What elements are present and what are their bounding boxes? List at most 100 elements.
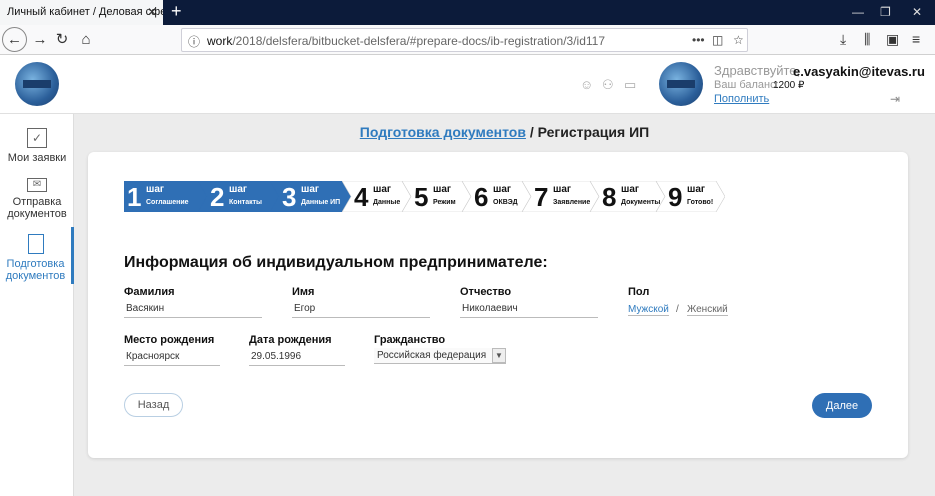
citizenship-select[interactable]: Российская федерация ▼ [374,348,506,364]
new-tab-icon[interactable]: + [171,1,182,22]
step-word: шаг [373,184,392,195]
window-close-icon[interactable]: ✕ [912,5,922,19]
checkbox-icon: ✓ [27,128,47,148]
sidebar: ✓ Мои заявки ✉ Отправка документов Подго… [0,114,74,496]
minimize-icon[interactable]: — [852,5,864,19]
sidebar-item-my-requests[interactable]: ✓ Мои заявки [0,128,74,164]
step-8: 8 шаг Документы [590,181,665,212]
library-icon[interactable]: ⫼ [864,31,870,48]
url-host: work [207,34,233,48]
step-name: Режим [433,199,456,206]
step-word: шаг [301,184,320,195]
sidebar-item-label: Мои заявки [7,152,67,164]
breadcrumb-separator: / [529,124,534,140]
birthdate-input[interactable] [249,348,345,366]
step-number: 2 [210,182,225,212]
surname-input[interactable] [124,300,262,318]
step-word: шаг [146,184,165,195]
menu-icon[interactable]: ≡ [912,31,920,47]
bookmark-star-icon[interactable]: ☆ [733,33,744,47]
gender-female-option[interactable]: Женский [687,304,728,316]
step-name: ОКВЭД [493,199,518,206]
step-number: 1 [127,182,142,212]
citizenship-value: Российская федерация [377,350,487,361]
step-name: Документы [621,199,661,206]
step-number: 7 [534,182,549,212]
user-avatar[interactable] [659,62,703,106]
step-name: Заявление [553,199,591,206]
patronymic-input[interactable] [460,300,598,318]
step-4: 4 шаг Данные [342,181,411,212]
step-word: шаг [687,184,706,195]
birthdate-label: Дата рождения [249,334,332,346]
citizenship-label: Гражданство [374,334,446,346]
next-button[interactable]: Далее [812,393,872,418]
step-2: 2 шаг Контакты [198,181,279,212]
chevron-down-icon[interactable]: ▼ [492,348,506,363]
url-bar[interactable]: ⓘ work/2018/delsfera/bitbucket-delsfera/… [181,28,748,52]
browser-navbar: ← → ↻ ⌂ ⓘ work/2018/delsfera/bitbucket-d… [0,25,935,55]
step-name: Контакты [229,199,263,206]
balance-label: Ваш баланс: [714,79,779,91]
name-input[interactable] [292,300,430,318]
restore-icon[interactable]: ❐ [880,5,891,19]
step-word: шаг [229,184,248,195]
patronymic-label: Отчество [460,286,512,298]
birthplace-label: Место рождения [124,334,215,346]
gender-male-option[interactable]: Мужской [628,304,669,316]
step-word: шаг [493,184,512,195]
section-title: Информация об индивидуальном предпринима… [124,254,548,271]
step-name: Готово! [687,199,714,206]
url-path: /2018/delsfera/bitbucket-delsfera/#prepa… [232,34,606,48]
browser-titlebar: Личный кабинет / Деловая сфера ✕ + — ❐ ✕ [0,0,935,25]
site-logo[interactable] [15,62,59,106]
step-number: 5 [414,182,429,212]
info-icon[interactable]: ⓘ [188,33,200,50]
topup-link[interactable]: Пополнить [714,93,769,105]
surname-label: Фамилия [124,286,175,298]
sidebar-item-label: Отправка документов [7,196,67,220]
envelope-icon: ✉ [27,178,47,192]
message-icon[interactable]: ▭ [624,77,636,93]
users-icon[interactable]: ⚇ [602,77,614,93]
pocket-icon[interactable]: ◫ [712,33,723,47]
back-button[interactable]: Назад [124,393,183,417]
forward-arrow-icon[interactable]: → [30,30,50,50]
logout-icon[interactable]: ⇥ [890,92,900,106]
balance-value: 1200 ₽ [773,80,805,91]
step-name: Соглашение [146,199,189,206]
form-card: 1 шаг Соглашение 2 шаг Контакты 3 шаг Данные ИП 4… [88,152,908,458]
gender-separator: / [676,304,679,315]
step-number: 8 [602,182,617,212]
step-3: 3 шаг Данные ИП [270,181,351,212]
site-header: ☺ ⚇ ▭ Здравствуйте, e.vasyakin@itevas.ru… [0,55,935,114]
step-word: шаг [553,184,572,195]
back-arrow-icon[interactable]: ← [2,27,27,52]
birthplace-input[interactable] [124,348,220,366]
close-tab-icon[interactable]: ✕ [147,5,157,19]
user-email: e.vasyakin@itevas.ru [793,64,925,79]
browser-tab[interactable]: Личный кабинет / Деловая сфера ✕ [0,0,163,25]
page-actions-icon[interactable]: ••• [692,33,705,47]
greeting-text: Здравствуйте, [714,63,801,78]
step-name: Данные ИП [301,199,341,206]
step-word: шаг [621,184,640,195]
step-7: 7 шаг Заявление [522,181,599,212]
sidebar-toggle-icon[interactable]: ▣ [886,31,899,48]
sidebar-item-prepare-documents[interactable]: Подготовка документов [0,227,74,284]
step-number: 4 [354,182,369,212]
step-5: 5 шаг Режим [402,181,471,212]
step-number: 3 [282,182,297,212]
user-icon[interactable]: ☺ [580,77,593,92]
step-name: Данные [373,199,401,206]
home-icon[interactable]: ⌂ [76,30,96,50]
document-icon [27,234,44,254]
reload-icon[interactable]: ↻ [52,30,72,50]
download-icon[interactable]: ⤓ [840,31,846,48]
breadcrumb-link[interactable]: Подготовка документов [360,124,526,140]
step-number: 6 [474,182,489,212]
sidebar-item-send-documents[interactable]: ✉ Отправка документов [0,178,74,220]
breadcrumb: Подготовка документов / Регистрация ИП [74,124,935,140]
step-6: 6 шаг ОКВЭД [462,181,531,212]
gender-label: Пол [628,286,650,298]
